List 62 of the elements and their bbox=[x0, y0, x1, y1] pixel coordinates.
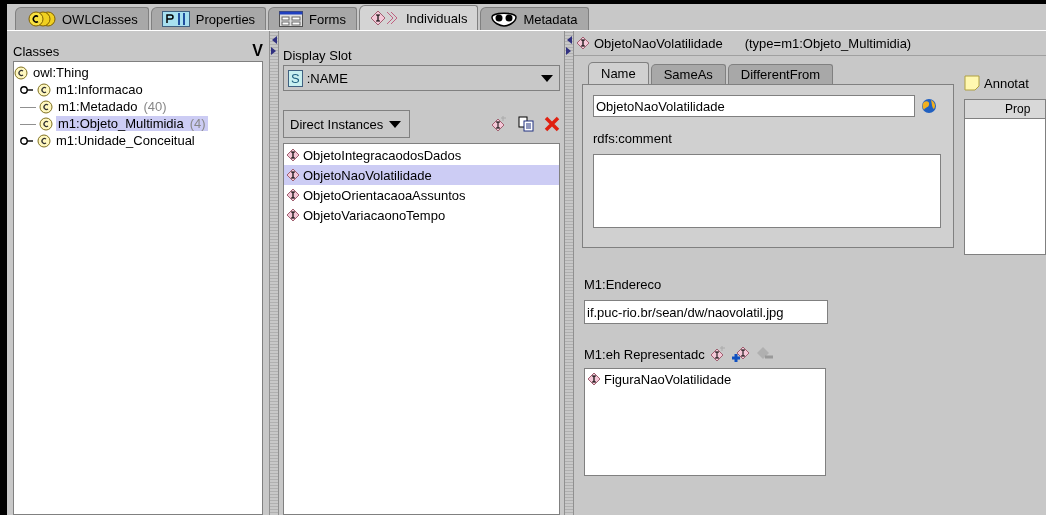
tree-item[interactable]: m1:Unidade_Conceitual bbox=[54, 133, 197, 148]
expand-handle-icon[interactable] bbox=[20, 135, 34, 146]
annotations-label: Annotat bbox=[984, 75, 1029, 91]
tab[interactable]: Individuals bbox=[358, 5, 479, 30]
name-field[interactable]: ObjetoNaoVolatilidade bbox=[593, 95, 915, 117]
tree-item[interactable]: m1:Informacao bbox=[54, 82, 145, 97]
tab[interactable]: Forms bbox=[268, 7, 357, 30]
copy-icon[interactable] bbox=[518, 116, 534, 132]
instance-item[interactable]: ObjetoIntegracaodosDados bbox=[284, 145, 559, 165]
create-instance-icon[interactable] bbox=[490, 115, 508, 133]
globe-icon[interactable] bbox=[921, 98, 937, 114]
individual-icon bbox=[286, 148, 300, 162]
individual-icon bbox=[587, 372, 601, 386]
field-label: M1:eh Representadc bbox=[584, 346, 705, 362]
tree-item[interactable]: owl:Thing bbox=[31, 65, 91, 80]
class-icon bbox=[37, 133, 51, 148]
expand-handle-icon[interactable] bbox=[20, 84, 34, 95]
tab[interactable]: OWLClasses bbox=[15, 7, 149, 30]
tree-item[interactable]: m1:Objeto_Multimidia (4) bbox=[56, 116, 208, 131]
related-instance-item[interactable]: FiguraNaoVolatilidade bbox=[585, 369, 825, 389]
class-icon bbox=[37, 82, 51, 97]
delete-icon[interactable] bbox=[544, 116, 560, 132]
dropdown-caret-icon bbox=[389, 120, 402, 128]
comment-field[interactable] bbox=[593, 154, 941, 228]
panel-title: Display Slot bbox=[283, 47, 352, 63]
tab[interactable]: Metadata bbox=[480, 7, 589, 30]
note-icon bbox=[964, 75, 980, 91]
class-icon bbox=[39, 99, 53, 114]
instances-filter-dropdown[interactable]: Direct Instances bbox=[283, 110, 411, 138]
field-label: M1:Endereco bbox=[584, 277, 663, 292]
property-icon bbox=[161, 11, 190, 27]
class-icon bbox=[39, 116, 53, 131]
tab[interactable]: Properties bbox=[150, 7, 267, 30]
tree-item[interactable]: m1:Metadado (40) bbox=[56, 99, 169, 114]
tab[interactable]: Name bbox=[588, 62, 649, 84]
instance-title: ObjetoNaoVolatilidade bbox=[594, 35, 723, 51]
column-header: Prop bbox=[965, 100, 1045, 119]
class-icon bbox=[26, 11, 56, 27]
instance-item[interactable]: ObjetoVariacaonoTempo bbox=[284, 205, 559, 225]
individual-icon bbox=[576, 36, 590, 50]
individual-icon bbox=[286, 168, 300, 182]
instance-item[interactable]: ObjetoNaoVolatilidade bbox=[284, 165, 559, 185]
panel-title: Classes bbox=[13, 43, 60, 59]
display-slot-dropdown[interactable]: S :NAME bbox=[283, 65, 560, 91]
instance-item[interactable]: ObjetoOrientacaoaAssuntos bbox=[284, 185, 559, 205]
collapse-arrows-icon[interactable] bbox=[566, 35, 572, 57]
collapse-arrows-icon[interactable] bbox=[271, 35, 277, 57]
tab[interactable]: SameAs bbox=[650, 64, 726, 84]
field-label: rdfs:comment bbox=[593, 131, 673, 146]
endereco-field[interactable]: if.puc-rio.br/sean/dw/naovolatil.jpg bbox=[584, 300, 828, 324]
metadata-icon bbox=[491, 11, 518, 27]
dropdown-caret-icon bbox=[541, 74, 553, 82]
add-instance-icon[interactable] bbox=[730, 345, 751, 363]
form-icon bbox=[279, 11, 304, 27]
tab[interactable]: DifferentFrom bbox=[727, 64, 834, 84]
individual-icon bbox=[369, 10, 400, 26]
instance-type: (type=m1:Objeto_Multimidia) bbox=[744, 35, 912, 51]
create-instance-icon[interactable] bbox=[708, 345, 727, 363]
individual-icon bbox=[286, 188, 300, 202]
panel-label: V bbox=[252, 42, 263, 60]
class-icon bbox=[14, 65, 28, 80]
individual-icon bbox=[286, 208, 300, 222]
